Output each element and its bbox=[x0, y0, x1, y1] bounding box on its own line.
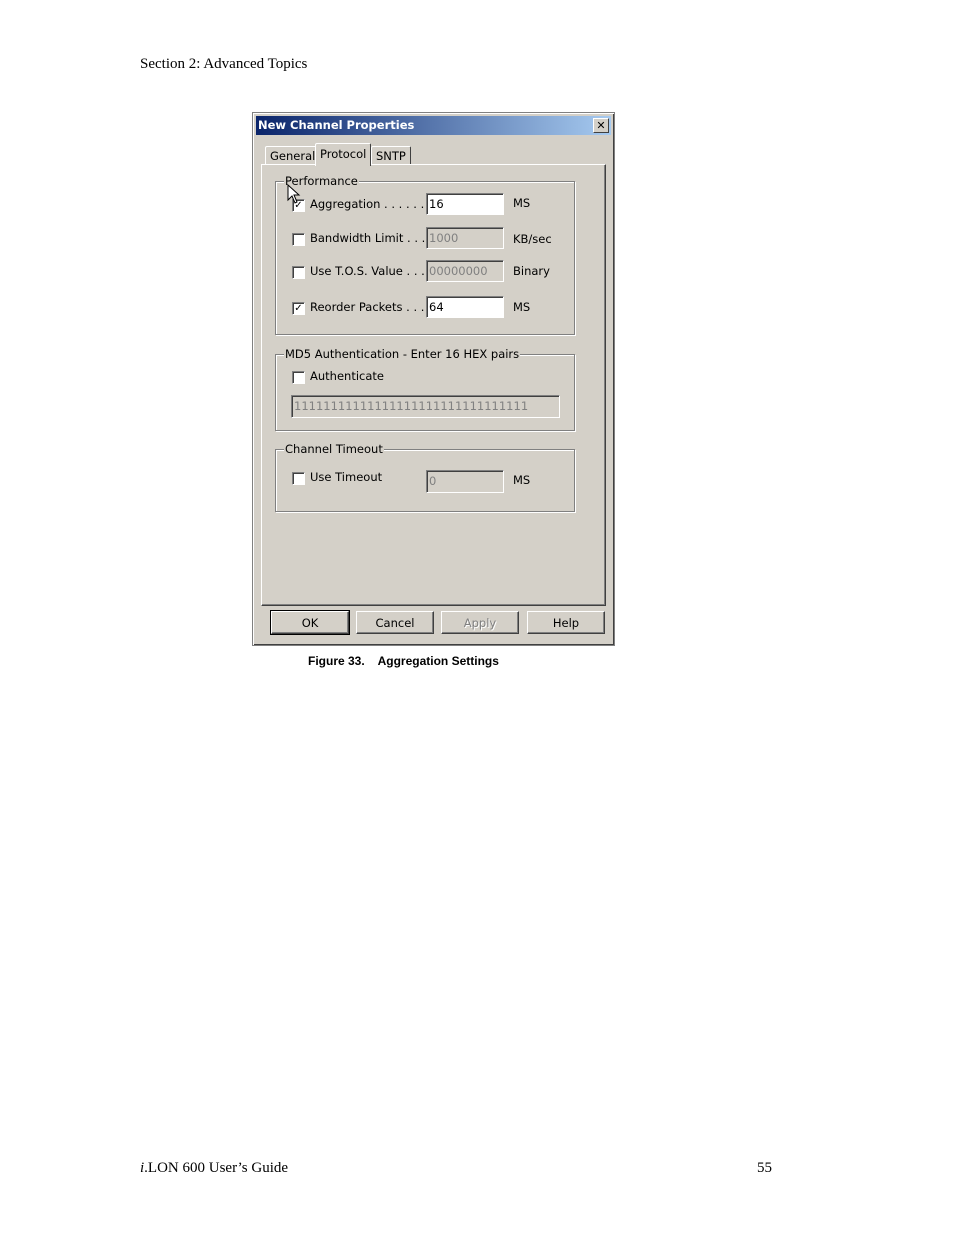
close-icon: ✕ bbox=[596, 119, 606, 132]
bandwidth-limit-checkbox[interactable] bbox=[292, 233, 305, 246]
reorder-packets-checkbox[interactable]: ✓ bbox=[292, 302, 305, 315]
md5-group-title: MD5 Authentication - Enter 16 HEX pairs bbox=[284, 347, 521, 361]
reorder-packets-label: Reorder Packets . . . bbox=[310, 300, 425, 314]
help-button[interactable]: Help bbox=[527, 611, 605, 634]
tab-sntp[interactable]: SNTP bbox=[371, 146, 411, 165]
figure-caption: Figure 33. Aggregation Settings bbox=[308, 654, 499, 668]
ok-button[interactable]: OK bbox=[270, 610, 350, 635]
tos-value-input[interactable]: 00000000 bbox=[426, 260, 504, 282]
dialog-title: New Channel Properties bbox=[258, 118, 415, 132]
bandwidth-limit-input[interactable]: 1000 bbox=[426, 227, 504, 249]
aggregation-label: Aggregation . . . . . . . bbox=[310, 197, 432, 211]
page-header: Section 2: Advanced Topics bbox=[140, 56, 308, 72]
new-channel-properties-dialog: New Channel Properties ✕ General Protoco… bbox=[252, 112, 615, 646]
bandwidth-limit-label: Bandwidth Limit . . . . bbox=[310, 231, 433, 245]
authenticate-checkbox[interactable] bbox=[292, 371, 305, 384]
reorder-packets-unit: MS bbox=[513, 300, 531, 314]
figure-title: Aggregation Settings bbox=[377, 654, 499, 668]
use-timeout-label: Use Timeout bbox=[310, 470, 383, 484]
mouse-pointer-icon bbox=[287, 183, 301, 204]
tos-value-unit: Binary bbox=[513, 264, 550, 278]
footer-guide-rest: .LON 600 User’s Guide bbox=[144, 1160, 289, 1176]
use-timeout-checkbox[interactable] bbox=[292, 472, 305, 485]
check-icon: ✓ bbox=[294, 303, 303, 314]
figure-number: Figure 33. bbox=[308, 654, 365, 668]
performance-group: Performance ✓ Aggregation . . . . . . . … bbox=[275, 174, 575, 335]
aggregation-unit: MS bbox=[513, 196, 531, 210]
authenticate-label: Authenticate bbox=[310, 369, 384, 383]
bandwidth-limit-unit: KB/sec bbox=[513, 232, 552, 246]
tos-value-checkbox[interactable] bbox=[292, 266, 305, 279]
footer-guide-title: i.LON 600 User’s Guide bbox=[140, 1160, 288, 1177]
md5-key-input[interactable]: 11111111111111111111111111111111 bbox=[291, 395, 560, 418]
channel-timeout-group: Channel Timeout Use Timeout 0 MS bbox=[275, 442, 575, 512]
aggregation-input[interactable]: 16 bbox=[426, 193, 504, 215]
page-number: 55 bbox=[757, 1160, 772, 1176]
reorder-packets-input[interactable]: 64 bbox=[426, 296, 504, 318]
tos-value-label: Use T.O.S. Value . . . bbox=[310, 264, 425, 278]
dialog-titlebar[interactable]: New Channel Properties ✕ bbox=[256, 116, 611, 135]
protocol-tab-panel: Performance ✓ Aggregation . . . . . . . … bbox=[261, 164, 606, 606]
close-button[interactable]: ✕ bbox=[593, 118, 609, 133]
use-timeout-unit: MS bbox=[513, 473, 531, 487]
tab-general[interactable]: General bbox=[265, 146, 321, 165]
tab-protocol[interactable]: Protocol bbox=[315, 143, 372, 166]
channel-timeout-group-title: Channel Timeout bbox=[284, 442, 384, 456]
use-timeout-input[interactable]: 0 bbox=[426, 470, 504, 493]
md5-authentication-group: MD5 Authentication - Enter 16 HEX pairs … bbox=[275, 347, 575, 431]
cancel-button[interactable]: Cancel bbox=[356, 611, 434, 634]
apply-button[interactable]: Apply bbox=[441, 611, 519, 634]
